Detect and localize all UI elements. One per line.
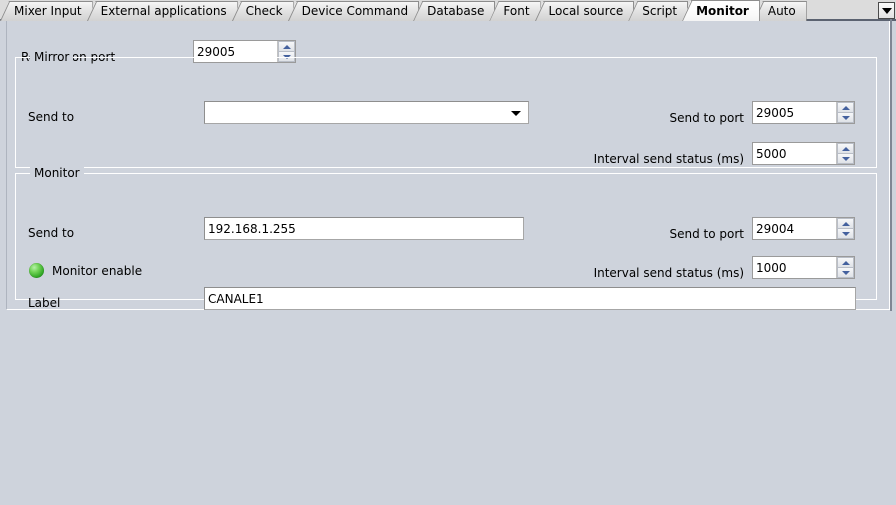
stepper-up-button[interactable]: [837, 257, 854, 267]
stepper-buttons: [836, 218, 854, 239]
tab-mixer-input[interactable]: Mixer Input: [0, 1, 93, 21]
green-led-icon: [29, 263, 44, 278]
caret-down-icon: [841, 231, 850, 236]
mirror-group-title: Mirror: [30, 50, 74, 64]
tab-label: Device Command: [301, 4, 409, 18]
mirror-interval-label: Interval send status (ms): [593, 152, 744, 166]
monitor-group-title: Monitor: [30, 166, 84, 180]
monitor-send-to-port-label: Send to port: [669, 227, 745, 241]
stepper-down-button[interactable]: [837, 228, 854, 239]
caret-down-icon: [841, 115, 850, 120]
caret-down-icon: [841, 156, 850, 161]
tab-bar: Mixer Input External applications Check …: [0, 0, 896, 21]
monitor-label-input[interactable]: CANALE1: [204, 287, 856, 310]
tab-font[interactable]: Font: [489, 1, 541, 21]
monitor-send-to-value: 192.168.1.255: [208, 221, 296, 236]
mirror-send-to-port-label: Send to port: [669, 111, 745, 125]
caret-down-icon: [841, 270, 850, 275]
mirror-group: Mirror Send to Send to port 29005 Interv…: [15, 50, 877, 168]
mirror-send-to-port-stepper[interactable]: 29005: [752, 101, 855, 124]
stepper-down-button[interactable]: [837, 153, 854, 164]
stepper-buttons: [836, 143, 854, 164]
tab-database[interactable]: Database: [413, 1, 496, 21]
mirror-send-to-port-value[interactable]: 29005: [753, 102, 836, 123]
caret-up-icon: [841, 146, 850, 151]
monitor-send-to-label: Send to: [28, 226, 75, 240]
caret-up-icon: [282, 44, 291, 49]
caret-up-icon: [841, 260, 850, 265]
stepper-buttons: [836, 102, 854, 123]
tab-script[interactable]: Script: [628, 1, 689, 21]
stepper-up-button[interactable]: [837, 102, 854, 112]
tab-check[interactable]: Check: [231, 1, 294, 21]
monitor-settings-panel: Receive on port 29005 Mirror Send to Sen…: [6, 21, 890, 310]
stepper-buttons: [836, 257, 854, 278]
tab-device-command[interactable]: Device Command: [287, 1, 420, 21]
panel-shadow: [890, 14, 892, 311]
caret-up-icon: [841, 105, 850, 110]
tab-label: External applications: [100, 4, 227, 18]
monitor-label-label: Label: [28, 296, 61, 310]
stepper-up-button[interactable]: [837, 218, 854, 228]
monitor-group: Monitor Send to 192.168.1.255 Send to po…: [15, 166, 877, 310]
stepper-up-button[interactable]: [278, 41, 295, 51]
tab-label: Monitor: [696, 4, 749, 18]
tab-local-source[interactable]: Local source: [534, 1, 635, 21]
tab-label: Check: [245, 4, 283, 18]
tab-label: Local source: [548, 4, 624, 18]
monitor-send-to-port-value[interactable]: 29004: [753, 218, 836, 239]
monitor-label-value: CANALE1: [208, 291, 264, 306]
chevron-down-icon: [881, 7, 892, 14]
tab-monitor[interactable]: Monitor: [682, 0, 760, 21]
tab-auto[interactable]: Auto: [753, 1, 807, 21]
tab-label: Script: [642, 4, 678, 18]
tab-overflow-button[interactable]: [878, 2, 895, 19]
monitor-interval-label: Interval send status (ms): [593, 266, 744, 280]
tab-external-applications[interactable]: External applications: [86, 1, 238, 21]
mirror-send-to-label: Send to: [28, 110, 75, 124]
stepper-up-button[interactable]: [837, 143, 854, 153]
tab-label: Database: [427, 4, 485, 18]
caret-up-icon: [841, 221, 850, 226]
monitor-enable-label[interactable]: Monitor enable: [52, 264, 142, 278]
stepper-down-button[interactable]: [837, 112, 854, 123]
mirror-interval-stepper[interactable]: 5000: [752, 142, 855, 165]
monitor-send-to-input[interactable]: 192.168.1.255: [204, 217, 524, 240]
monitor-send-to-port-stepper[interactable]: 29004: [752, 217, 855, 240]
monitor-interval-value[interactable]: 1000: [753, 257, 836, 278]
mirror-interval-value[interactable]: 5000: [753, 143, 836, 164]
monitor-interval-stepper[interactable]: 1000: [752, 256, 855, 279]
mirror-send-to-combobox[interactable]: [204, 101, 529, 124]
stepper-down-button[interactable]: [837, 267, 854, 278]
tab-label: Mixer Input: [14, 4, 82, 18]
